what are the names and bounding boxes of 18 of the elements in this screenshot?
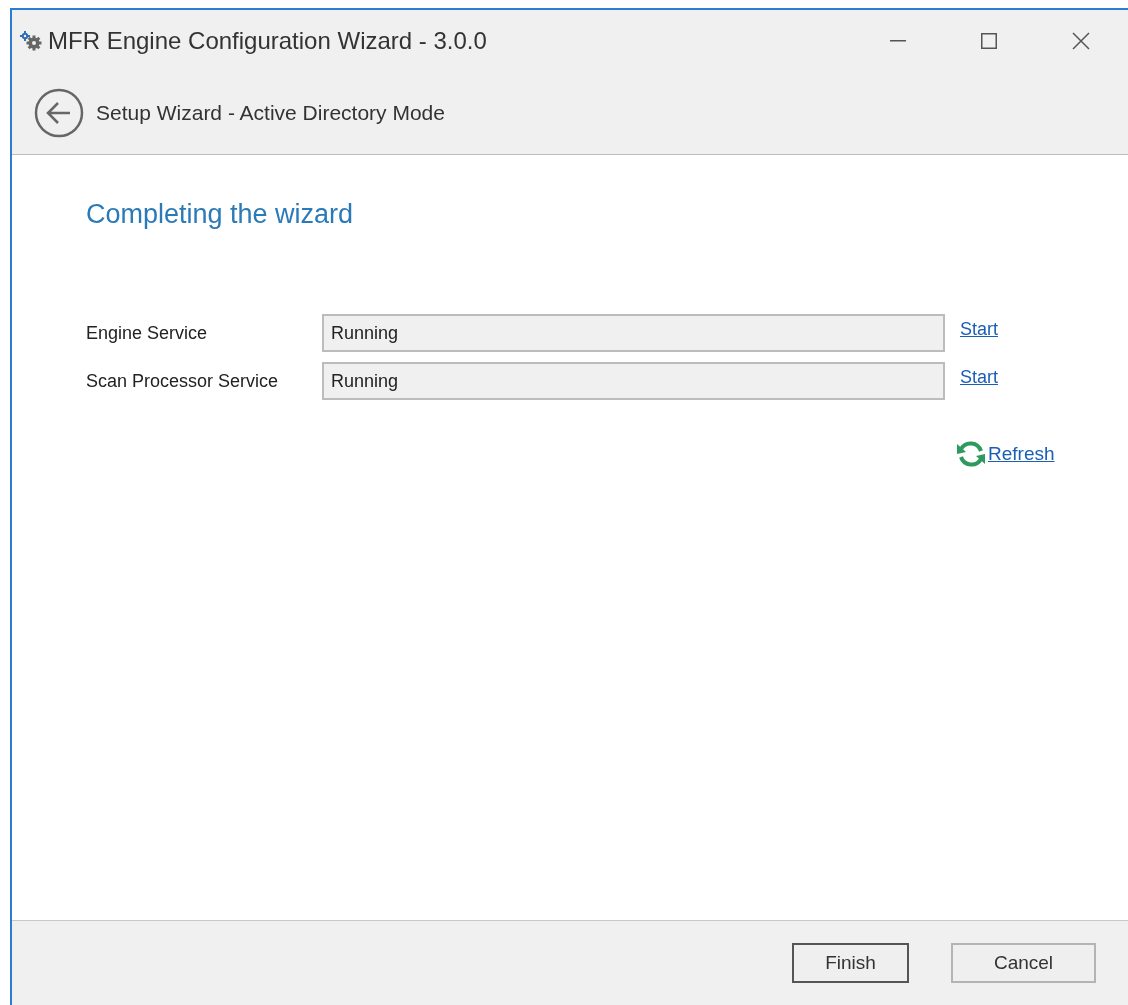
dialog-button[interactable]: Cancel — [951, 943, 1096, 983]
page-title: Setup Wizard - Active Directory Mode — [96, 101, 445, 125]
heading: Completing the wizard — [86, 199, 355, 230]
start-link[interactable]: Start — [960, 318, 998, 340]
dialog-button[interactable]: Finish — [792, 943, 909, 983]
close-icon[interactable] — [1072, 32, 1090, 50]
refresh-icon[interactable] — [956, 440, 986, 468]
field-label: Scan Processor Service — [86, 370, 280, 392]
maximize-icon[interactable] — [981, 33, 997, 49]
field-label: Engine Service — [86, 322, 209, 344]
gears-icon — [18, 30, 44, 52]
status-field[interactable]: Running — [322, 314, 945, 352]
window-title: MFR Engine Configuration Wizard - 3.0.0 — [48, 27, 487, 55]
back-icon[interactable] — [34, 88, 84, 138]
minimize-icon[interactable] — [890, 40, 906, 42]
refresh-link[interactable]: Refresh — [988, 443, 1055, 465]
status-field[interactable]: Running — [322, 362, 945, 400]
start-link[interactable]: Start — [960, 366, 998, 388]
